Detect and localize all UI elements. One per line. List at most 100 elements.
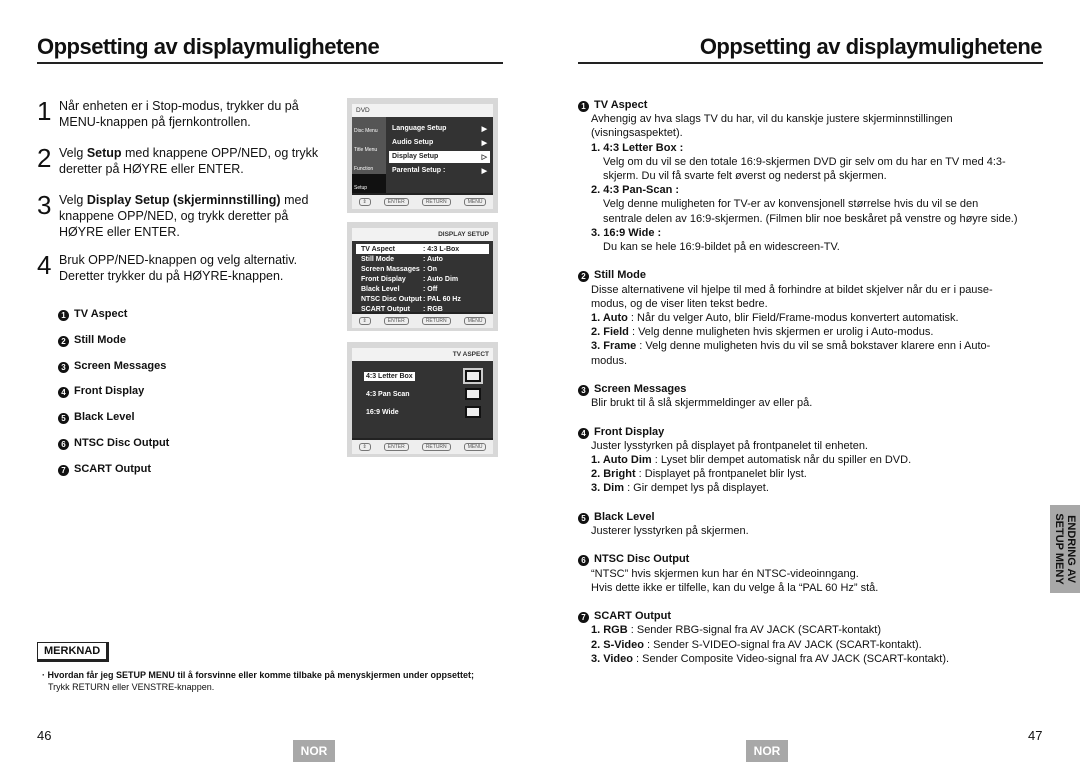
section-heading: 7 SCART Output [578,609,1018,624]
section-heading: 4 Front Display [578,425,1018,439]
step-text-bold: Display Setup (skjerminnstilling) [86,193,281,207]
section-heading: 1 TV Aspect [578,98,1018,112]
option-name: 2. Bright [591,468,636,481]
step-text-bold: Setup [86,146,122,160]
step-text: Velg Display Setup (skjerminnstilling) m… [59,192,327,240]
number-badge-icon: 1 [578,101,589,112]
section: 4 Front Display Juster lysstyrken på displ… [578,425,1018,496]
section-heading: 3 Screen Messages [578,382,1018,397]
item-label: Black Level [74,411,135,424]
setting-name: Front Display [361,275,406,283]
setting-name: NTSC Disc Output [361,295,422,303]
radio-icon [463,368,483,384]
setup-menu-screen: DVD Disc Menu Title Menu Function Setup Lan… [347,98,498,213]
step: 1 Når enheten er i Stop-modus, trykker du… [37,98,327,130]
list-item: 3 Screen Messages [58,360,166,373]
screen-side-tab: Setup [352,174,386,193]
step-text-pre: Når enheten er i Stop-modus, trykker du … [59,99,299,129]
heading-text: Black Level [594,510,655,523]
heading-text: Still Mode [594,269,646,282]
screen-footer: ⇕ ENTER RETURN MENU [352,312,493,328]
option-name: 3. Video [591,652,633,665]
setting-value: : On [423,265,437,273]
step-number: 1 [37,96,52,126]
screen-side-tab: Function [354,166,374,172]
arrow-right-icon: ▶ [481,168,487,175]
option-desc: : Gir dempet lys på displayet. [624,482,769,495]
option-item: 2. Field : Velg denne muligheten hvis sk… [578,325,1018,339]
screen-header: DISPLAY SETUP [352,228,493,241]
arrow-right-icon: ▶ [481,126,487,133]
number-badge-icon: 3 [578,385,589,397]
radio-icon [465,406,481,418]
arrow-right-icon: ▶ [481,140,487,147]
option-desc: : Sender S-VIDEO-signal fra AV JACK (SCA… [643,638,922,651]
number-badge-icon: 3 [58,361,69,373]
option-desc: : Velg denne muligheten hvis du vil se s… [591,340,991,367]
section-text: Blir brukt til å slå skjermmeldinger av … [591,397,813,410]
step-text: Velg Setup med knappene OPP/NED, og tryk… [59,145,327,177]
option-item: 2. S-Video : Sender S-VIDEO-signal fra A… [578,638,1018,652]
page-number-left: 46 [37,728,52,743]
section: 3 Screen Messages Blir brukt til å slå skj… [578,382,1018,410]
option-heading: 1. 4:3 Letter Box : [591,141,684,154]
section-text: “NTSC” hvis skjermen kun har én NTSC-vid… [591,567,859,580]
setting-value: : PAL 60 Hz [423,295,461,303]
option-item: 3. Frame : Velg denne muligheten hvis du… [578,339,1018,367]
item-label: SCART Output [74,462,151,475]
number-badge-icon: 5 [58,413,69,425]
option-label: 4:3 Pan Scan [366,390,410,398]
list-item: 4 Front Display [58,385,144,399]
option-heading: 2. 4:3 Pan-Scan : [591,184,680,197]
screen-setting-row: Screen Massages: On [356,264,489,274]
step-number: 4 [37,250,52,280]
number-badge-icon: 6 [58,439,69,450]
aspect-option: 16:9 Wide [352,403,493,421]
menu-label: Parental Setup : [392,167,446,174]
screen-setting-row: Front Display : Auto Dim [356,274,489,284]
step-text-pre: Bruk OPP/NED-knappen og velg alternativ.… [59,253,298,283]
number-badge-icon: 5 [578,512,589,524]
setting-name: TV Aspect [361,245,395,253]
title-rule [37,62,503,64]
number-badge-icon: 2 [578,271,589,283]
setting-value: : Auto Dim [423,275,459,283]
option-name: 3. Frame [591,340,637,353]
number-badge-icon: 6 [578,555,589,567]
screen-header: DVD [352,104,493,117]
section: 2 Still Mode Disse alternativene vil hjelp… [578,268,1018,367]
option-item: 1. Auto Dim : Lyset blir dempet automati… [578,453,1018,467]
list-item: 6 NTSC Disc Output [58,437,169,450]
option-label: 4:3 Letter Box [364,371,415,381]
option-text: Velg om du vil se den totale 16:9-skjerm… [603,155,1006,183]
step-text: Når enheten er i Stop-modus, trykker du … [59,98,327,130]
screen-menu-item: Display Setup ▷ [389,151,490,163]
note-question: · Hvordan får jeg SETUP MENU til å forsv… [42,670,474,680]
number-badge-icon: 4 [578,427,589,439]
option-item: 3. Video : Sender Composite Video-signal… [578,652,1018,666]
setting-name: SCART Output [361,305,410,313]
setting-value: : 4:3 L-Box [423,245,460,253]
step-number: 3 [37,190,52,220]
option-text: Du kan se hele 16:9-bildet på en widescr… [603,241,840,254]
option-text: Velg denne muligheten for TV-er av konve… [603,198,1018,225]
setting-value: : Auto [423,255,443,263]
option-name: 1. Auto Dim [591,454,652,467]
setting-name: Black Level [361,285,400,293]
radio-icon [465,388,481,400]
note-answer: Trykk RETURN eller VENSTRE-knappen. [48,682,215,692]
number-badge-icon: 1 [58,310,69,321]
screen-footer: ⇕ ENTER RETURN MENU [352,438,493,454]
screen-setting-row: Still Mode: Auto [356,254,489,264]
number-badge-icon: 7 [58,464,69,476]
section-text: Hvis dette ikke er tilfelle, kan du velg… [591,581,879,594]
option-item: 2. Bright : Displayet på frontpanelet bl… [578,467,1018,481]
language-badge: NOR [746,740,788,762]
heading-text: SCART Output [594,610,671,623]
display-setup-screen: DISPLAY SETUP TV Aspect : 4:3 L-Box Still … [347,222,498,331]
step-number: 2 [37,143,52,173]
menu-label: Display Setup [392,153,439,160]
option-label: 16:9 Wide [366,408,399,416]
screen-setting-row: Black Level: Off [356,284,489,294]
option-desc: : Sender RBG-signal fra AV JACK (SCART-k… [627,624,881,637]
